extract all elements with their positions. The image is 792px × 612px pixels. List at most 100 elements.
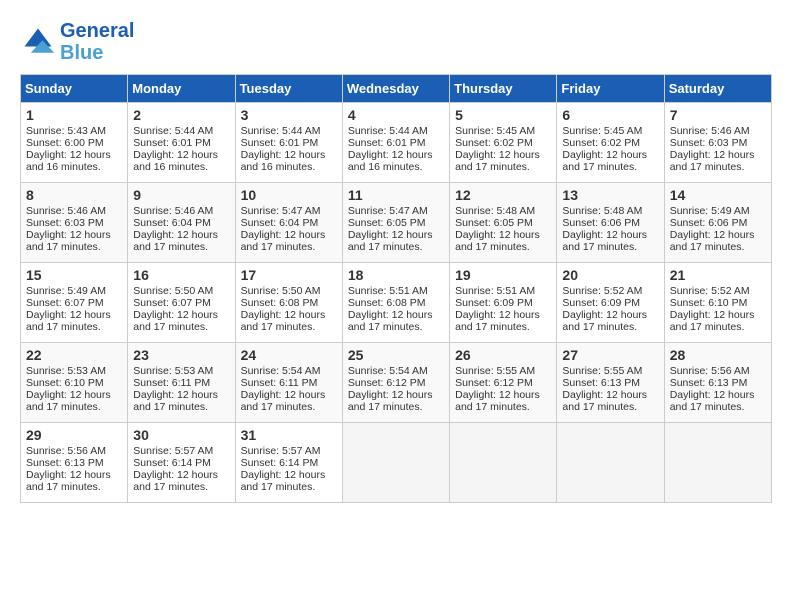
sunset: Sunset: 6:10 PM xyxy=(26,377,104,389)
daylight: Daylight: 12 hours and 17 minutes. xyxy=(26,389,111,413)
sunrise: Sunrise: 5:43 AM xyxy=(26,125,106,137)
sunrise: Sunrise: 5:46 AM xyxy=(133,205,213,217)
sunrise: Sunrise: 5:55 AM xyxy=(562,365,642,377)
week-row-3: 15Sunrise: 5:49 AMSunset: 6:07 PMDayligh… xyxy=(21,263,772,343)
calendar-cell: 11Sunrise: 5:47 AMSunset: 6:05 PMDayligh… xyxy=(342,183,449,263)
sunset: Sunset: 6:06 PM xyxy=(670,217,748,229)
calendar-cell: 31 Sunrise: 5:57 AMSunset: 6:14 PMDayligh… xyxy=(235,423,342,503)
calendar-cell: 19Sunrise: 5:51 AMSunset: 6:09 PMDayligh… xyxy=(450,263,557,343)
sunrise: Sunrise: 5:47 AM xyxy=(348,205,428,217)
sunset: Sunset: 6:05 PM xyxy=(455,217,533,229)
calendar-cell xyxy=(450,423,557,503)
sunset: Sunset: 6:13 PM xyxy=(562,377,640,389)
daylight: Daylight: 12 hours and 17 minutes. xyxy=(26,469,111,493)
calendar-cell: 8Sunrise: 5:46 AMSunset: 6:03 PMDaylight… xyxy=(21,183,128,263)
day-number: 22 xyxy=(26,347,122,363)
calendar-cell: 5Sunrise: 5:45 AMSunset: 6:02 PMDaylight… xyxy=(450,103,557,183)
sunset: Sunset: 6:08 PM xyxy=(241,297,319,309)
sunrise: Sunrise: 5:50 AM xyxy=(241,285,321,297)
sunrise: Sunrise: 5:51 AM xyxy=(348,285,428,297)
daylight: Daylight: 12 hours and 17 minutes. xyxy=(348,389,433,413)
calendar-cell: 1Sunrise: 5:43 AMSunset: 6:00 PMDaylight… xyxy=(21,103,128,183)
sunrise: Sunrise: 5:55 AM xyxy=(455,365,535,377)
sunset: Sunset: 6:02 PM xyxy=(562,137,640,149)
sunrise: Sunrise: 5:57 AM xyxy=(241,445,321,457)
sunset: Sunset: 6:04 PM xyxy=(241,217,319,229)
day-number: 26 xyxy=(455,347,551,363)
calendar-cell: 7Sunrise: 5:46 AMSunset: 6:03 PMDaylight… xyxy=(664,103,771,183)
header-cell-friday: Friday xyxy=(557,75,664,103)
sunrise: Sunrise: 5:49 AM xyxy=(26,285,106,297)
calendar-cell: 23Sunrise: 5:53 AMSunset: 6:11 PMDayligh… xyxy=(128,343,235,423)
daylight: Daylight: 12 hours and 17 minutes. xyxy=(455,229,540,253)
header-row: SundayMondayTuesdayWednesdayThursdayFrid… xyxy=(21,75,772,103)
sunset: Sunset: 6:14 PM xyxy=(241,457,319,469)
sunrise: Sunrise: 5:51 AM xyxy=(455,285,535,297)
sunset: Sunset: 6:06 PM xyxy=(562,217,640,229)
sunset: Sunset: 6:04 PM xyxy=(133,217,211,229)
day-number: 19 xyxy=(455,267,551,283)
calendar-cell: 9Sunrise: 5:46 AMSunset: 6:04 PMDaylight… xyxy=(128,183,235,263)
week-row-4: 22Sunrise: 5:53 AMSunset: 6:10 PMDayligh… xyxy=(21,343,772,423)
sunrise: Sunrise: 5:54 AM xyxy=(241,365,321,377)
day-number: 13 xyxy=(562,187,658,203)
calendar-cell: 2 Sunrise: 5:44 AMSunset: 6:01 PMDaylight… xyxy=(128,103,235,183)
calendar-cell: 17Sunrise: 5:50 AMSunset: 6:08 PMDayligh… xyxy=(235,263,342,343)
day-number: 7 xyxy=(670,107,766,123)
sunset: Sunset: 6:08 PM xyxy=(348,297,426,309)
sunrise: Sunrise: 5:49 AM xyxy=(670,205,750,217)
sunrise: Sunrise: 5:44 AM xyxy=(348,125,428,137)
calendar-cell: 13Sunrise: 5:48 AMSunset: 6:06 PMDayligh… xyxy=(557,183,664,263)
sunset: Sunset: 6:13 PM xyxy=(670,377,748,389)
daylight: Daylight: 12 hours and 17 minutes. xyxy=(562,389,647,413)
daylight: Daylight: 12 hours and 17 minutes. xyxy=(133,229,218,253)
daylight: Daylight: 12 hours and 17 minutes. xyxy=(133,389,218,413)
header-cell-sunday: Sunday xyxy=(21,75,128,103)
sunrise: Sunrise: 5:53 AM xyxy=(26,365,106,377)
daylight: Daylight: 12 hours and 17 minutes. xyxy=(133,469,218,493)
daylight: Daylight: 12 hours and 17 minutes. xyxy=(455,389,540,413)
day-number: 31 xyxy=(241,427,337,443)
header-cell-wednesday: Wednesday xyxy=(342,75,449,103)
day-number: 30 xyxy=(133,427,229,443)
sunrise: Sunrise: 5:44 AM xyxy=(133,125,213,137)
week-row-1: 1Sunrise: 5:43 AMSunset: 6:00 PMDaylight… xyxy=(21,103,772,183)
sunrise: Sunrise: 5:52 AM xyxy=(562,285,642,297)
day-number: 16 xyxy=(133,267,229,283)
day-number: 28 xyxy=(670,347,766,363)
week-row-5: 29Sunrise: 5:56 AMSunset: 6:13 PMDayligh… xyxy=(21,423,772,503)
day-number: 11 xyxy=(348,187,444,203)
calendar-cell: 30Sunrise: 5:57 AMSunset: 6:14 PMDayligh… xyxy=(128,423,235,503)
sunrise: Sunrise: 5:46 AM xyxy=(26,205,106,217)
daylight: Daylight: 12 hours and 17 minutes. xyxy=(562,229,647,253)
calendar-cell: 24Sunrise: 5:54 AMSunset: 6:11 PMDayligh… xyxy=(235,343,342,423)
day-number: 6 xyxy=(562,107,658,123)
calendar-cell: 29Sunrise: 5:56 AMSunset: 6:13 PMDayligh… xyxy=(21,423,128,503)
sunset: Sunset: 6:11 PM xyxy=(133,377,210,389)
sunset: Sunset: 6:01 PM xyxy=(241,137,319,149)
day-number: 14 xyxy=(670,187,766,203)
sunrise: Sunrise: 5:54 AM xyxy=(348,365,428,377)
daylight: Daylight: 12 hours and 17 minutes. xyxy=(562,309,647,333)
calendar-cell: 20Sunrise: 5:52 AMSunset: 6:09 PMDayligh… xyxy=(557,263,664,343)
daylight: Daylight: 12 hours and 17 minutes. xyxy=(670,389,755,413)
day-number: 15 xyxy=(26,267,122,283)
calendar-cell: 18Sunrise: 5:51 AMSunset: 6:08 PMDayligh… xyxy=(342,263,449,343)
calendar-cell: 15Sunrise: 5:49 AMSunset: 6:07 PMDayligh… xyxy=(21,263,128,343)
day-number: 10 xyxy=(241,187,337,203)
calendar-cell: 14Sunrise: 5:49 AMSunset: 6:06 PMDayligh… xyxy=(664,183,771,263)
sunrise: Sunrise: 5:47 AM xyxy=(241,205,321,217)
day-number: 18 xyxy=(348,267,444,283)
daylight: Daylight: 12 hours and 16 minutes. xyxy=(133,149,218,173)
sunset: Sunset: 6:01 PM xyxy=(133,137,211,149)
header-cell-saturday: Saturday xyxy=(664,75,771,103)
daylight: Daylight: 12 hours and 16 minutes. xyxy=(241,149,326,173)
sunset: Sunset: 6:03 PM xyxy=(26,217,104,229)
daylight: Daylight: 12 hours and 17 minutes. xyxy=(241,469,326,493)
calendar-cell: 4Sunrise: 5:44 AMSunset: 6:01 PMDaylight… xyxy=(342,103,449,183)
daylight: Daylight: 12 hours and 17 minutes. xyxy=(348,229,433,253)
header: GeneralBlue xyxy=(20,20,772,64)
logo-icon xyxy=(20,24,56,60)
day-number: 2 xyxy=(133,107,229,123)
calendar-cell: 6Sunrise: 5:45 AMSunset: 6:02 PMDaylight… xyxy=(557,103,664,183)
